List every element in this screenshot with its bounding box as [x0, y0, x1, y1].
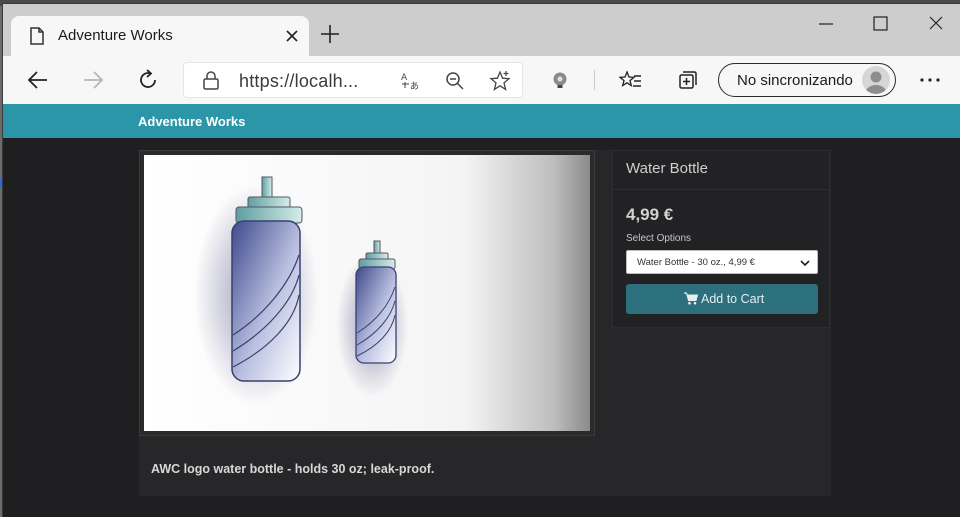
product-card: Water Bottle 4,99 € Select Options Water…: [139, 150, 831, 496]
favorites-icon[interactable]: [619, 68, 643, 92]
svg-text:A: A: [401, 73, 408, 83]
selected-option: Water Bottle - 30 oz., 4,99 €: [637, 257, 755, 268]
collections-icon[interactable]: [675, 68, 699, 92]
add-to-cart-label: Add to Cart: [701, 292, 765, 306]
minimize-icon[interactable]: [811, 12, 841, 36]
chevron-down-icon: [800, 260, 810, 267]
forward-arrow-icon[interactable]: [81, 68, 105, 92]
add-to-cart-button[interactable]: Add to Cart: [626, 284, 818, 314]
product-details-header: Water Bottle: [613, 151, 829, 190]
maximize-icon[interactable]: [865, 12, 895, 36]
product-image: [144, 155, 590, 431]
translate-icon[interactable]: A あ: [400, 70, 422, 92]
more-options-icon[interactable]: [917, 68, 943, 92]
lightbulb-icon[interactable]: [548, 68, 572, 92]
site-brand-link[interactable]: Adventure Works: [138, 114, 245, 129]
product-price: 4,99 €: [626, 205, 674, 224]
lock-icon[interactable]: [200, 70, 222, 92]
toolbar-separator: [594, 70, 595, 90]
address-bar[interactable]: https://localh... A あ: [183, 62, 523, 98]
window-close-icon[interactable]: [921, 12, 951, 36]
shopping-cart-icon: [684, 292, 698, 305]
url-text[interactable]: https://localh...: [239, 71, 358, 92]
zoom-out-icon[interactable]: [444, 70, 466, 92]
tab-close-icon[interactable]: [283, 27, 301, 45]
browser-window: Adventure Works https://localh... A あ No…: [3, 4, 960, 517]
page-icon: [30, 27, 44, 45]
new-tab-plus-icon[interactable]: [319, 23, 341, 45]
back-arrow-icon[interactable]: [26, 68, 50, 92]
product-details-panel: Water Bottle 4,99 € Select Options Water…: [612, 150, 830, 328]
product-name: Water Bottle: [626, 160, 708, 177]
tab-bar: Adventure Works: [3, 4, 960, 56]
sync-status-label: No sincronizando: [737, 72, 853, 89]
options-select[interactable]: Water Bottle - 30 oz., 4,99 €: [626, 250, 818, 274]
browser-toolbar: https://localh... A あ No sincronizando: [3, 56, 960, 104]
svg-text:あ: あ: [410, 81, 419, 92]
product-description: AWC logo water bottle - holds 30 oz; lea…: [151, 462, 435, 476]
favorite-star-icon[interactable]: [489, 70, 511, 92]
profile-avatar-icon: [862, 66, 890, 94]
product-image-frame: [139, 150, 595, 436]
tab-title: Adventure Works: [58, 27, 173, 44]
options-label: Select Options: [626, 233, 692, 244]
page-content: Water Bottle 4,99 € Select Options Water…: [3, 138, 960, 517]
sync-profile-button[interactable]: No sincronizando: [718, 63, 896, 97]
site-navbar: Adventure Works: [3, 104, 960, 138]
refresh-icon[interactable]: [136, 68, 160, 92]
browser-tab[interactable]: Adventure Works: [11, 16, 309, 56]
